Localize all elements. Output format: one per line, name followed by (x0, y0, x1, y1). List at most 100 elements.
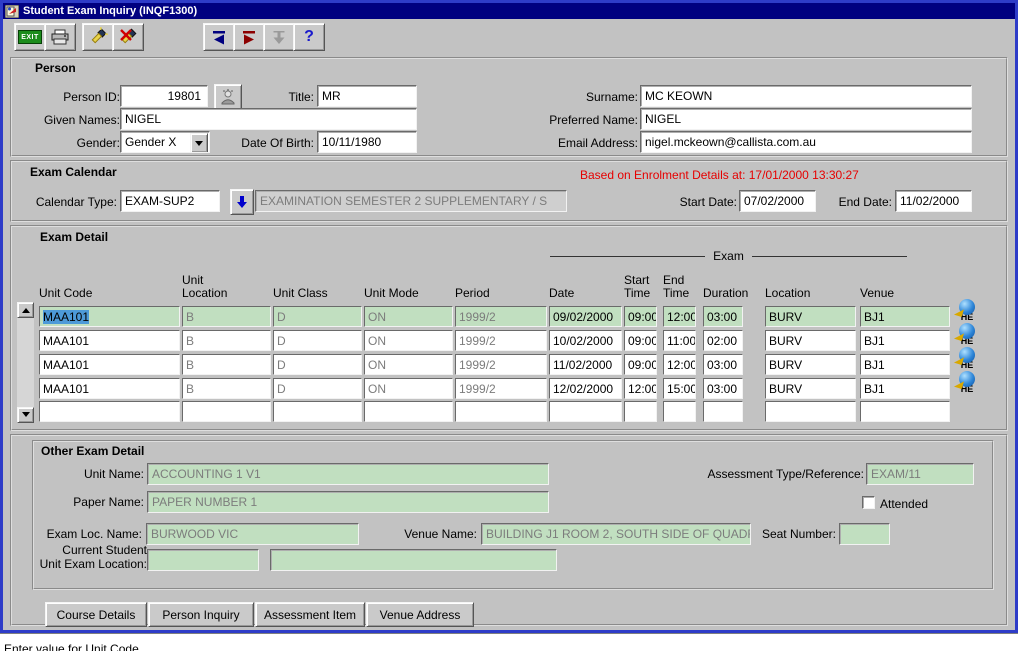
cell-location[interactable]: BURV (765, 378, 856, 399)
col-header-unit-code: Unit Code (39, 268, 180, 300)
next-block-button[interactable] (233, 23, 265, 51)
cell-unit-code[interactable]: MAA101 (39, 378, 180, 399)
cell-location[interactable]: BURV (765, 306, 856, 327)
cell-duration[interactable]: 03:00 (703, 306, 743, 327)
cell-unit-class[interactable] (273, 401, 362, 422)
help-button[interactable]: ? (293, 23, 325, 51)
person-search-button[interactable] (214, 84, 242, 110)
cell-date[interactable] (549, 401, 622, 422)
gender-dropdown-arrow[interactable] (190, 133, 208, 153)
cell-end-time[interactable]: 12:00 (663, 354, 696, 375)
cell-end-time[interactable] (663, 401, 696, 422)
cell-end-time[interactable]: 11:00 (663, 330, 696, 351)
cell-unit-code[interactable]: MAA101 (39, 306, 180, 327)
seat-number-field (839, 523, 890, 545)
assessment-item-button[interactable]: Assessment Item (255, 602, 365, 627)
cell-unit-code[interactable]: MAA101 (39, 354, 180, 375)
cell-unit-code[interactable] (39, 401, 180, 422)
cell-unit-mode[interactable] (364, 401, 453, 422)
cell-duration[interactable] (703, 401, 743, 422)
calendar-description-field: EXAMINATION SEMESTER 2 SUPPLEMENTARY / S (255, 190, 567, 212)
cell-unit-location[interactable]: B (182, 378, 271, 399)
exam-loc-name-field: BURWOOD VIC (146, 523, 359, 545)
assessment-label: Assessment Type/Reference: (687, 467, 864, 481)
cell-duration[interactable]: 02:00 (703, 330, 743, 351)
cell-unit-mode[interactable]: ON (364, 354, 453, 375)
lower-panel: Other Exam Detail Unit Name: ACCOUNTING … (10, 434, 1008, 626)
person-inquiry-button[interactable]: Person Inquiry (148, 602, 254, 627)
cell-start-time[interactable]: 09:00 (624, 354, 657, 375)
cell-venue[interactable]: BJ1 (860, 354, 950, 375)
scroll-down-button[interactable] (263, 23, 295, 51)
print-button[interactable] (44, 23, 76, 51)
cell-date[interactable]: 09/02/2000 (549, 306, 622, 327)
enter-query-button[interactable] (82, 23, 114, 51)
help-icon: ? (304, 28, 314, 46)
end-date-field[interactable]: 11/02/2000 (895, 190, 972, 212)
cell-unit-class[interactable]: D (273, 330, 362, 351)
cell-date[interactable]: 10/02/2000 (549, 330, 622, 351)
cell-start-time[interactable]: 12:00 (624, 378, 657, 399)
preferred-name-field[interactable]: NIGEL (640, 108, 972, 130)
cell-location[interactable]: BURV (765, 354, 856, 375)
end-date-label: End Date: (835, 195, 892, 209)
cell-end-time[interactable]: 15:00 (663, 378, 696, 399)
given-names-field[interactable]: NIGEL (120, 108, 417, 130)
cell-location[interactable]: BURV (765, 330, 856, 351)
calendar-lov-button[interactable] (230, 189, 254, 215)
cell-period[interactable] (455, 401, 547, 422)
current-unit-exam-location-field-1 (147, 549, 259, 571)
start-date-field[interactable]: 07/02/2000 (739, 190, 816, 212)
cell-end-time[interactable]: 12:00 (663, 306, 696, 327)
chevron-down-icon (195, 141, 203, 150)
cell-unit-class[interactable]: D (273, 354, 362, 375)
cell-venue[interactable]: BJ1 (860, 306, 950, 327)
cell-start-time[interactable]: 09:00 (624, 330, 657, 351)
cell-duration[interactable]: 03:00 (703, 378, 743, 399)
cell-date[interactable]: 11/02/2000 (549, 354, 622, 375)
he-globe-icon (959, 347, 975, 363)
venue-address-button[interactable]: Venue Address (366, 602, 474, 627)
person-id-field[interactable]: 19801 (120, 85, 208, 107)
cell-unit-location[interactable]: B (182, 306, 271, 327)
cell-unit-class[interactable]: D (273, 306, 362, 327)
col-header-unit-mode: Unit Mode (364, 268, 453, 300)
gender-dropdown[interactable]: Gender X (120, 131, 210, 153)
cell-period[interactable]: 1999/2 (455, 378, 547, 399)
email-field[interactable]: nigel.mckeown@callista.com.au (640, 131, 972, 153)
surname-field[interactable]: MC KEOWN (640, 85, 972, 107)
cell-unit-mode[interactable]: ON (364, 306, 453, 327)
cell-period[interactable]: 1999/2 (455, 330, 547, 351)
cell-unit-mode[interactable]: ON (364, 378, 453, 399)
previous-block-button[interactable] (203, 23, 235, 51)
cell-period[interactable]: 1999/2 (455, 354, 547, 375)
dob-field[interactable]: 10/11/1980 (317, 131, 417, 153)
cell-unit-code[interactable]: MAA101 (39, 330, 180, 351)
cell-start-time[interactable] (624, 401, 657, 422)
cell-unit-location[interactable]: B (182, 330, 271, 351)
cell-venue[interactable]: BJ1 (860, 330, 950, 351)
cell-location[interactable] (765, 401, 856, 422)
title-field[interactable]: MR (317, 85, 417, 107)
cell-start-time[interactable]: 09:00 (624, 306, 657, 327)
attended-checkbox[interactable] (862, 496, 875, 509)
next-block-icon (241, 30, 257, 45)
cell-unit-mode[interactable]: ON (364, 330, 453, 351)
course-details-button[interactable]: Course Details (45, 602, 147, 627)
cell-unit-location[interactable]: B (182, 354, 271, 375)
cell-venue[interactable]: BJ1 (860, 378, 950, 399)
cell-unit-location[interactable] (182, 401, 271, 422)
col-header-date: Date (549, 268, 622, 300)
calendar-type-field[interactable]: EXAM-SUP2 (120, 190, 220, 212)
he-globe-icon (959, 323, 975, 339)
he-exam-button[interactable]: HE (954, 371, 980, 399)
cell-venue[interactable] (860, 401, 950, 422)
cell-period[interactable]: 1999/2 (455, 306, 547, 327)
cell-date[interactable]: 12/02/2000 (549, 378, 622, 399)
cancel-query-button[interactable] (112, 23, 144, 51)
cell-unit-class[interactable]: D (273, 378, 362, 399)
cell-duration[interactable]: 03:00 (703, 354, 743, 375)
title-label: Title: (262, 90, 314, 104)
exit-button[interactable]: EXIT (14, 23, 46, 51)
table-row: MAA101 B D ON 1999/2 12/02/2000 12:00 15… (12, 378, 1006, 399)
